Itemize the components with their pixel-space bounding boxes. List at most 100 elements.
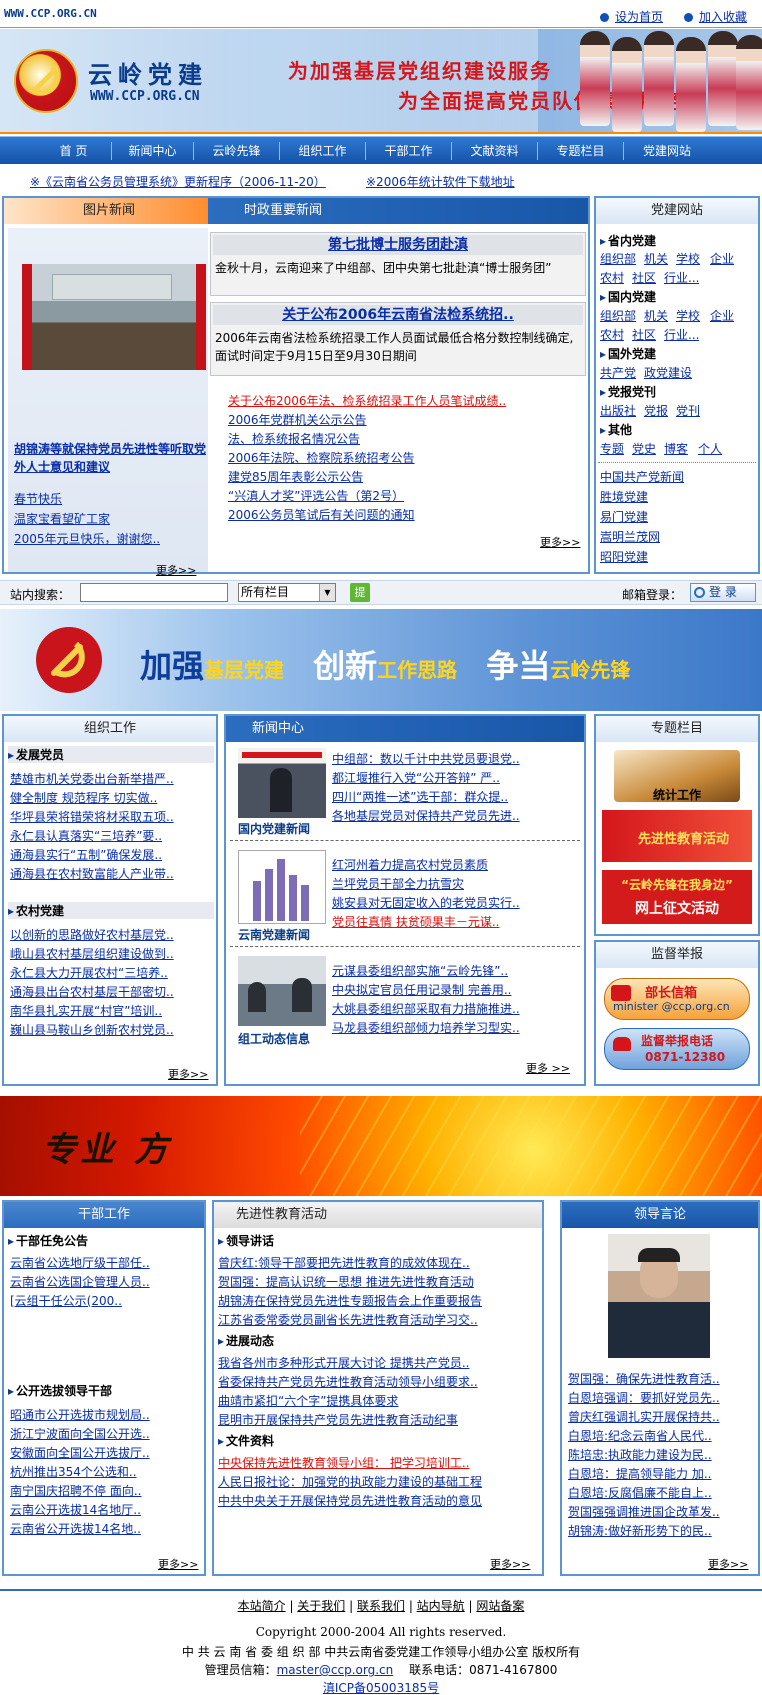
professional-banner[interactable]: 专业 方 [0, 1096, 762, 1196]
edu-link[interactable]: 我省各州市多种形式开展大讨论 提携共产党员.. [218, 1354, 538, 1371]
admin-mail-link[interactable]: master@ccp.org.cn [277, 1663, 394, 1677]
speech-link[interactable]: 白恩培:反腐倡廉不能自上.. [568, 1484, 754, 1501]
politics-link[interactable]: 2006公务员笔试后有关问题的通知 [228, 506, 415, 523]
org-link[interactable]: 健全制度 规范程序 切实做.. [10, 789, 210, 806]
add-favorite-link[interactable]: 加入收藏 [684, 8, 747, 25]
yunnan-news-chart-image[interactable] [238, 850, 326, 924]
edu-link[interactable]: 人民日报社论：加强党的执政能力建设的基础工程 [218, 1473, 538, 1490]
edu-link[interactable]: 曲靖市紧扣“六个字”提携具体要求 [218, 1392, 538, 1409]
org-link[interactable]: 巍山县马鞍山乡创新农村党员.. [10, 1021, 210, 1038]
cadre-link[interactable]: 浙江宁波面向全国公开选.. [10, 1425, 200, 1442]
footer-link-about-us[interactable]: 关于我们 [297, 1599, 345, 1613]
sites-link[interactable]: 专题 [600, 440, 624, 457]
cadre-link[interactable]: 昭通市公开选拔市规划局.. [10, 1406, 200, 1423]
category-select[interactable]: 所有栏目 ▼ [238, 583, 336, 602]
sites-link[interactable]: 行业... [664, 269, 699, 286]
news-link[interactable]: 各地基层党员对保持共产党员先进.. [332, 807, 582, 824]
sites-link[interactable]: 博客 [664, 440, 688, 457]
cadre-link[interactable]: 南宁国庆招聘不停 面向.. [10, 1482, 200, 1499]
slogan-banner[interactable]: 加强基层党建 创新工作思路 争当云岭先锋 [0, 609, 762, 711]
sites-link[interactable]: 机关 [644, 250, 668, 267]
org-link[interactable]: 楚雄市机关党委出台新举措严.. [10, 770, 210, 787]
minister-mailbox-button[interactable]: 部长信箱 minister @ccp.org.cn [604, 978, 750, 1020]
speech-link[interactable]: 白恩培：提高领导能力 加.. [568, 1465, 754, 1482]
edu-link[interactable]: 中共中央关于开展保持党员先进性教育活动的意见 [218, 1492, 538, 1509]
sites-link[interactable]: 组织部 [600, 307, 636, 324]
org-link[interactable]: 通海县实行“五制”确保发展.. [10, 846, 210, 863]
edu-link[interactable]: 江苏省委常委党员副省长先进性教育活动学习交.. [218, 1311, 538, 1328]
sites-link[interactable]: 出版社 [600, 402, 636, 419]
org-link[interactable]: 华坪县荣将错荣将材采取五项.. [10, 808, 210, 825]
cadre-link[interactable]: 云南省公选地厅级干部任.. [10, 1254, 200, 1271]
edu-link[interactable]: 曾庆红:领导干部要把先进性教育的成效体现在.. [218, 1254, 538, 1271]
speech-link[interactable]: 曾庆红强调扎实开展保持共.. [568, 1408, 754, 1425]
leader-portrait-photo[interactable] [608, 1234, 710, 1358]
edu-link[interactable]: 中央保持先进性教育领导小组： 把学习培训工.. [218, 1454, 538, 1471]
party-emblem-logo[interactable] [14, 49, 78, 113]
cadre-link[interactable]: 云南公开选拔14名地厅.. [10, 1501, 200, 1518]
org-link[interactable]: 峨山县农村基层组织建设做到.. [10, 945, 210, 962]
org-link[interactable]: 通海县在农村致富能人产业带.. [10, 865, 210, 882]
news-link[interactable]: 都江堰推行入党“公开答辩” 严.. [332, 769, 582, 786]
sites-link[interactable]: 企业 [710, 250, 734, 267]
org-link[interactable]: 永仁县认真落实“三培养”要.. [10, 827, 210, 844]
org-link[interactable]: 通海县出台农村基层干部密切.. [10, 983, 210, 1000]
politics-more-link[interactable]: 更多>> [540, 534, 580, 550]
sites-link[interactable]: 农村 [600, 326, 624, 343]
org-link[interactable]: 南华县扎实开展“村官”培训.. [10, 1002, 210, 1019]
tab-politics-news[interactable]: 时政重要新闻 [208, 198, 588, 224]
sites-link[interactable]: 社区 [632, 269, 656, 286]
sites-list-link[interactable]: 易门党建 [600, 508, 648, 525]
footer-link-sitemap[interactable]: 站内导航 [417, 1599, 465, 1613]
news-link[interactable]: 马龙县委组织部倾力培养学习型实.. [332, 1019, 582, 1036]
set-home-link[interactable]: 设为首页 [600, 8, 663, 25]
login-button[interactable]: 登 录 [690, 583, 756, 602]
speech-link[interactable]: 陈培忠:执政能力建设为民.. [568, 1446, 754, 1463]
nav-home[interactable]: 首 页 [36, 142, 112, 160]
sites-link[interactable]: 党史 [632, 440, 656, 457]
org-link[interactable]: 以创新的思路做好农村基层党.. [10, 926, 210, 943]
edu-link[interactable]: 昆明市开展保持共产党员先进性教育活动纪事 [218, 1411, 538, 1428]
sites-link[interactable]: 机关 [644, 307, 668, 324]
sites-list-link[interactable]: 中国共产党新闻 [600, 468, 684, 485]
news-link[interactable]: 元谋县委组织部实施“云岭先锋”.. [332, 962, 582, 979]
domestic-news-photo[interactable] [238, 748, 326, 818]
sites-list-link[interactable]: 嵩明兰茂网 [600, 528, 660, 545]
org-link[interactable]: 永仁县大力开展农村“三培养.. [10, 964, 210, 981]
icp-link[interactable]: 滇ICP备05003185号 [323, 1681, 439, 1695]
nav-party-sites[interactable]: 党建网站 [624, 142, 710, 160]
sites-link[interactable]: 党报 [644, 402, 668, 419]
picture-news-caption[interactable]: 胡锦涛等就保持党员先进性等听取党外人士意见和建议 [14, 440, 214, 476]
politics-link[interactable]: 法、检系统报名情况公告 [228, 430, 360, 447]
newscenter-more-link[interactable]: 更多 >> [526, 1060, 570, 1076]
cadre-more-link[interactable]: 更多>> [158, 1556, 198, 1572]
tab-picture-news[interactable]: 图片新闻 [4, 198, 214, 224]
sites-link[interactable]: 社区 [632, 326, 656, 343]
news-link[interactable]: 中央拟定官员任用记录制 完善用.. [332, 981, 582, 998]
sites-link[interactable]: 组织部 [600, 250, 636, 267]
footer-link-about[interactable]: 本站简介 [238, 1599, 286, 1613]
edu-link[interactable]: 贺国强：提高认识统一思想 推进先进性教育活动 [218, 1273, 538, 1290]
cadre-link[interactable]: 云南省公开选拔14名地.. [10, 1520, 200, 1537]
politics-link[interactable]: 建党85周年表彰公示公告 [228, 468, 363, 485]
cadre-link[interactable]: [云组干任公示(200.. [10, 1292, 200, 1309]
sites-link[interactable]: 企业 [710, 307, 734, 324]
politics-link[interactable]: 关于公布2006年法、检系统招录工作人员笔试成绩.. [228, 392, 528, 409]
sites-link[interactable]: 行业... [664, 326, 699, 343]
sites-link[interactable]: 个人 [698, 440, 722, 457]
speech-more-link[interactable]: 更多>> [708, 1556, 748, 1572]
news-link[interactable]: 中组部：数以千计中共党员要退党.. [332, 750, 582, 767]
edu-more-link[interactable]: 更多>> [490, 1556, 530, 1572]
speech-link[interactable]: 贺国强：确保先进性教育活.. [568, 1370, 754, 1387]
speech-link[interactable]: 白恩培:纪念云南省人民代.. [568, 1427, 754, 1444]
news-link[interactable]: 红河州着力提高农村党员素质 [332, 856, 582, 873]
org-more-link[interactable]: 更多>> [168, 1066, 208, 1082]
news-link[interactable]: 大姚县委组织部采取有力措施推进.. [332, 1000, 582, 1017]
news-link[interactable]: 四川“两推一述”选干部：群众提.. [332, 788, 582, 805]
cadre-link[interactable]: 杭州推出354个公选和.. [10, 1463, 200, 1480]
nav-cadre-work[interactable]: 干部工作 [366, 142, 452, 160]
edu-link[interactable]: 胡锦涛在保持党员先进性专题报告会上作重要报告 [218, 1292, 538, 1309]
sites-list-link[interactable]: 昭阳党建 [600, 548, 648, 565]
politics-link[interactable]: “兴滇人才奖”评选公告（第2号） [228, 487, 404, 504]
picnews-link[interactable]: 温家宝看望矿工家 [14, 510, 110, 527]
